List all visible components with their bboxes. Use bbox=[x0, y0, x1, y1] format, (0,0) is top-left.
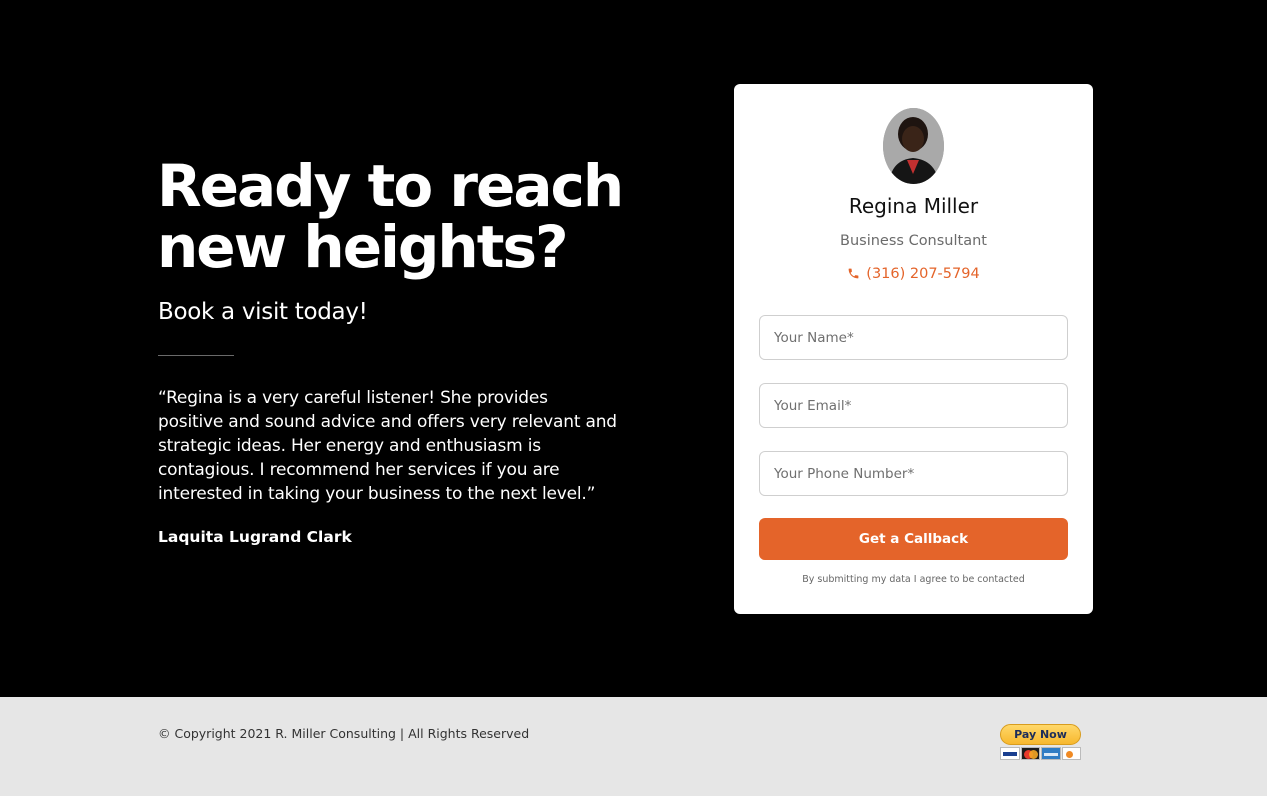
name-field[interactable] bbox=[759, 315, 1068, 360]
consultant-title: Business Consultant bbox=[840, 233, 987, 249]
mastercard-icon bbox=[1020, 747, 1040, 760]
site-footer: © Copyright 2021 R. Miller Consulting | … bbox=[0, 697, 1267, 796]
consultant-name: Regina Miller bbox=[848, 194, 979, 218]
paypal-widget: Pay Now bbox=[1000, 724, 1081, 762]
copyright-text: © Copyright 2021 R. Miller Consulting | … bbox=[158, 726, 530, 741]
discover-icon bbox=[1061, 747, 1081, 760]
amex-icon bbox=[1041, 747, 1061, 760]
hero-headline: Ready to reach new heights? bbox=[157, 152, 624, 281]
payment-cards bbox=[1000, 747, 1081, 760]
phone-field[interactable] bbox=[759, 451, 1068, 496]
phone-icon bbox=[848, 268, 859, 279]
avatar bbox=[883, 108, 944, 184]
avatar-photo bbox=[883, 108, 944, 184]
hero-divider bbox=[158, 355, 234, 356]
hero-section: Ready to reach new heights? Book a visit… bbox=[0, 0, 1267, 697]
hero-subheading: Book a visit today! bbox=[158, 299, 368, 325]
testimonial-author: Laquita Lugrand Clark bbox=[158, 528, 352, 546]
get-callback-button[interactable]: Get a Callback bbox=[759, 518, 1068, 560]
phone-number: (316) 207-5794 bbox=[866, 266, 980, 282]
consent-note: By submitting my data I agree to be cont… bbox=[802, 574, 1025, 585]
testimonial-quote: “Regina is a very careful listener! She … bbox=[158, 388, 617, 504]
phone-link[interactable]: (316) 207-5794 bbox=[734, 264, 1093, 284]
pay-now-button[interactable]: Pay Now bbox=[1000, 724, 1081, 745]
callback-form-card: Regina Miller Business Consultant (316) … bbox=[734, 84, 1093, 614]
visa-icon bbox=[1000, 747, 1020, 760]
email-field[interactable] bbox=[759, 383, 1068, 428]
